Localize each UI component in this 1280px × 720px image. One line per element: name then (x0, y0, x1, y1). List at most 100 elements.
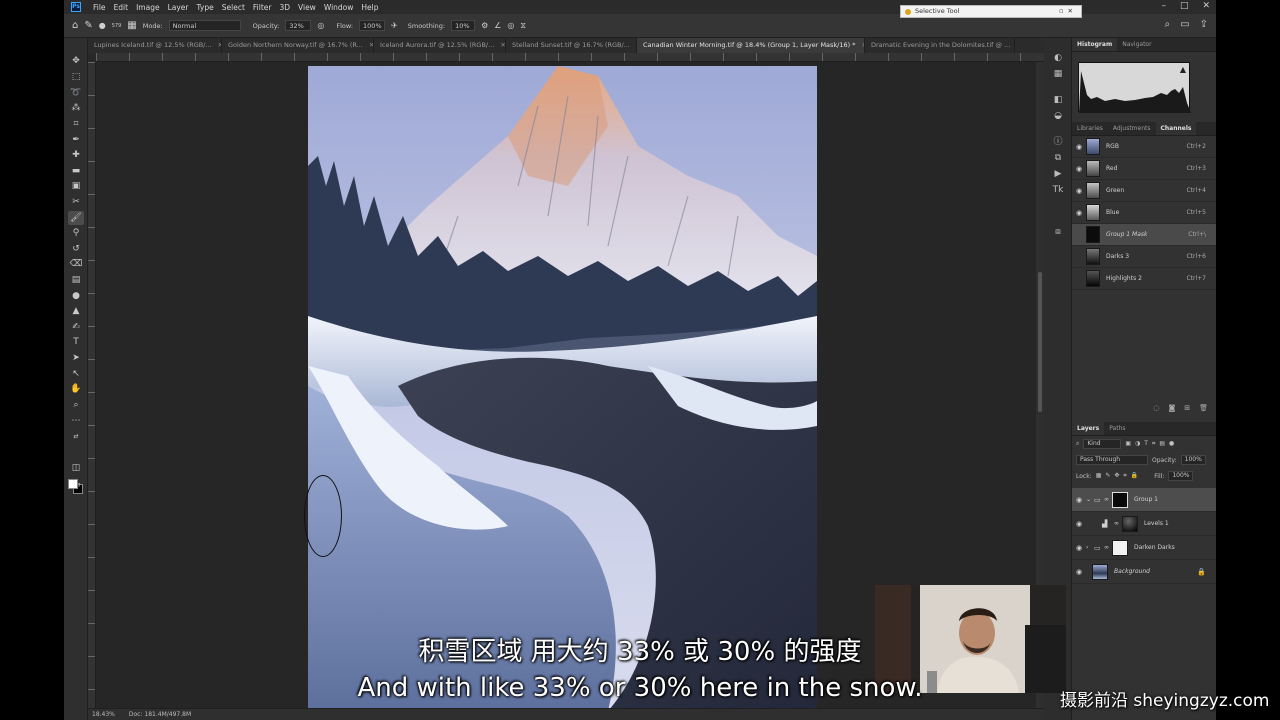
warning-icon[interactable]: ▲ (1180, 65, 1186, 74)
lasso-tool-icon[interactable]: ➰ (68, 86, 84, 100)
layer-thumbnail[interactable] (1092, 563, 1108, 580)
selective-tool-window[interactable]: Selective Tool ▫✕ (900, 5, 1082, 18)
menu-help[interactable]: Help (357, 3, 382, 12)
load-selection-icon[interactable]: ◌ (1153, 404, 1159, 412)
eye-icon[interactable]: ◉ (1072, 187, 1086, 195)
tab-adjustments[interactable]: Adjustments (1108, 122, 1156, 135)
flow-field[interactable]: 100% (359, 20, 386, 31)
menu-filter[interactable]: Filter (249, 3, 276, 12)
foreground-color-swatch[interactable] (68, 479, 78, 489)
layer-row-background[interactable]: ◉ Background 🔒 (1072, 560, 1216, 584)
eraser-tool-icon[interactable]: ⌫ (68, 257, 84, 271)
menu-layer[interactable]: Layer (164, 3, 193, 12)
menu-window[interactable]: Window (320, 3, 358, 12)
menu-edit[interactable]: Edit (110, 3, 133, 12)
workspace-icon[interactable]: ▭ (1180, 19, 1189, 31)
channel-row-darks[interactable]: Darks 3 Ctrl+6 (1072, 246, 1216, 268)
save-selection-icon[interactable]: ◙ (1168, 404, 1175, 412)
blur-tool-icon[interactable]: ● (68, 289, 84, 303)
history-brush-tool-icon[interactable]: ↺ (68, 242, 84, 256)
history-panel-icon[interactable]: ⧉ (1052, 152, 1064, 164)
channel-row-highlights[interactable]: Highlights 2 Ctrl+7 (1072, 268, 1216, 290)
symmetry-icon[interactable]: ⧖ (520, 20, 526, 32)
default-colors-icon[interactable]: ⇄ (68, 430, 84, 444)
quick-selection-tool-icon[interactable]: ⁂ (68, 101, 84, 115)
channel-row-red[interactable]: ◉ Red Ctrl+3 (1072, 158, 1216, 180)
smoothing-settings-icon[interactable]: ⚙ (481, 20, 488, 32)
tab-layers[interactable]: Layers (1072, 422, 1105, 435)
mode-select[interactable]: Normal (168, 20, 241, 31)
brush-preset-picker-icon[interactable]: ● (99, 20, 106, 32)
hand-tool-icon[interactable]: ✋ (68, 382, 84, 396)
zoom-level[interactable]: 18.43% (92, 711, 115, 718)
layer-mask-thumbnail[interactable] (1112, 491, 1128, 508)
brush-angle-icon[interactable]: ∠ (494, 20, 501, 32)
delete-channel-icon[interactable]: 🗑 (1199, 404, 1208, 412)
vertical-ruler[interactable] (88, 62, 96, 708)
chevron-down-icon[interactable]: ⌄ (1086, 496, 1094, 503)
search-icon[interactable]: ⌕ (1165, 19, 1171, 31)
direct-selection-tool-icon[interactable]: ↖ (68, 367, 84, 381)
color-panel-icon[interactable]: ◐ (1052, 52, 1064, 64)
filter-icons[interactable]: ▣◑T⌗▤● (1125, 440, 1178, 448)
doc-tab[interactable]: Iceland Aurora.tif @ 12.5% (RGB/... ✕ (374, 38, 506, 53)
selective-tool-controls[interactable]: ▫✕ (1059, 6, 1077, 17)
menu-3d[interactable]: 3D (275, 3, 294, 12)
zoom-tool-icon[interactable]: ⌕ (68, 398, 84, 412)
doc-tab[interactable]: Golden Northern Norway.tif @ 16.7% (R...… (222, 38, 374, 53)
layer-fill-field[interactable]: 100% (1168, 471, 1194, 481)
tab-libraries[interactable]: Libraries (1072, 122, 1108, 135)
clone-stamp-tool-icon[interactable]: ⚲ (68, 226, 84, 240)
dodge-tool-icon[interactable]: ▲ (68, 304, 84, 318)
ruler-tool-icon[interactable]: ▬ (68, 164, 84, 178)
eye-icon[interactable]: ◉ (1072, 544, 1086, 552)
close-icon[interactable]: ✕ (500, 41, 505, 49)
layer-opacity-field[interactable]: 100% (1180, 455, 1206, 465)
lock-icon[interactable]: 🔒 (1197, 568, 1206, 576)
tab-navigator[interactable]: Navigator (1117, 38, 1156, 51)
eye-icon[interactable]: ◉ (1072, 496, 1086, 504)
eyedropper-tool-icon[interactable]: ✒ (68, 133, 84, 147)
doc-tab[interactable]: Lupines Iceland.tif @ 12.5% (RGB/...✕ (88, 38, 222, 53)
swatches-panel-icon[interactable]: ▦ (1052, 68, 1064, 80)
eye-icon[interactable]: ◉ (1072, 165, 1086, 173)
plugin-panel-icon[interactable]: ⧈ (1052, 226, 1064, 238)
tab-histogram[interactable]: Histogram (1072, 38, 1118, 51)
transform-tool-icon[interactable]: ✂ (68, 195, 84, 209)
menu-select[interactable]: Select (218, 3, 249, 12)
smoothing-field[interactable]: 10% (451, 20, 476, 31)
airbrush-icon[interactable]: ✈ (391, 20, 398, 32)
horizontal-ruler[interactable] (96, 53, 1076, 62)
actions-panel-icon[interactable]: ▶ (1052, 168, 1064, 180)
menu-type[interactable]: Type (193, 3, 218, 12)
menu-view[interactable]: View (294, 3, 320, 12)
pressure-size-icon[interactable]: ◎ (507, 20, 514, 32)
doc-tab[interactable]: Stelland Sunset.tif @ 16.7% (RGB/...✕ (506, 38, 637, 53)
healing-brush-tool-icon[interactable]: ✚ (68, 148, 84, 162)
more-tools-icon[interactable]: ⋯ (68, 414, 84, 428)
channel-row-blue[interactable]: ◉ Blue Ctrl+5 (1072, 202, 1216, 224)
doc-tab[interactable]: Dramatic Evening in the Dolomites.tif @ … (865, 38, 1015, 53)
channel-row-rgb[interactable]: ◉ RGB Ctrl+2 (1072, 136, 1216, 158)
layer-filter-kind[interactable]: Kind (1083, 439, 1122, 449)
opacity-field[interactable]: 32% (285, 20, 312, 31)
minimize-icon[interactable]: – (1161, 1, 1166, 11)
chevron-right-icon[interactable]: › (1086, 544, 1094, 551)
layer-row-group-1[interactable]: ◉ ⌄ ▭ ∞ Group 1 (1072, 488, 1216, 512)
eye-icon[interactable]: ◉ (1072, 520, 1086, 528)
maximize-icon[interactable]: □ (1180, 1, 1189, 11)
frame-tool-icon[interactable]: ▣ (68, 179, 84, 193)
pressure-opacity-icon[interactable]: ◎ (317, 20, 324, 32)
tab-paths[interactable]: Paths (1104, 422, 1130, 435)
tab-channels[interactable]: Channels (1155, 122, 1197, 135)
crop-tool-icon[interactable]: ⌗ (68, 117, 84, 131)
channel-row-group-mask[interactable]: Group 1 Mask Ctrl+\ (1072, 224, 1216, 246)
quick-mask-icon[interactable]: ◫ (68, 461, 84, 475)
menu-file[interactable]: File (89, 3, 110, 12)
type-tool-icon[interactable]: T (68, 335, 84, 349)
brush-tool-icon[interactable]: 🖌 (68, 211, 84, 225)
layer-mask-thumbnail[interactable] (1122, 515, 1138, 532)
move-tool-icon[interactable]: ✥ (68, 54, 84, 68)
doc-tab-active[interactable]: Canadian Winter Morning.tif @ 18.4% (Gro… (637, 38, 865, 53)
layer-row-darken-darks[interactable]: ◉ › ▭ ∞ Darken Darks (1072, 536, 1216, 560)
